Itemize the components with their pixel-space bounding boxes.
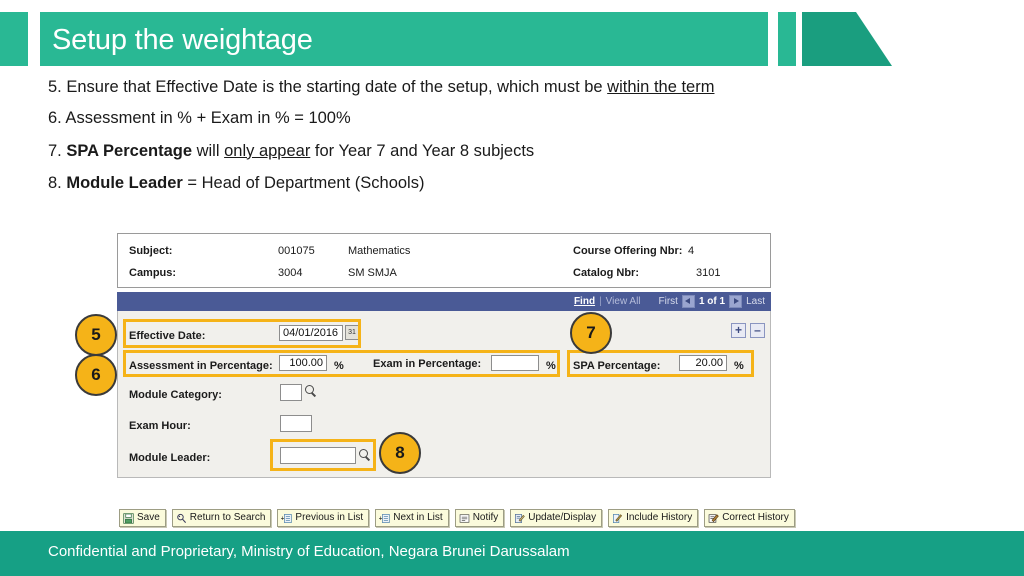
notify-icon [459, 513, 470, 524]
previous-in-list-button[interactable]: + Previous in List [277, 509, 370, 527]
page-action-toolbar: Save Return to Search + Previous in List + Ne… [119, 509, 795, 527]
course-offering-nbr-label: Course Offering Nbr: [573, 245, 683, 257]
first-link[interactable]: First [659, 296, 678, 307]
toolbar-button-label: Correct History [722, 512, 789, 523]
toolbar-button-label: Update/Display [528, 512, 597, 523]
text-run: 7. [48, 141, 67, 160]
callout-marker-7: 7 [570, 312, 612, 354]
list-item: 5. Ensure that Effective Date is the sta… [48, 76, 898, 98]
banner-wedge-shape [802, 12, 892, 66]
toolbar-button-label: Next in List [393, 512, 443, 523]
text-run: = Head of Department (Schools) [182, 173, 425, 192]
catalog-nbr-label: Catalog Nbr: [573, 267, 639, 279]
campus-label: Campus: [129, 267, 177, 279]
subject-code-value: 001075 [278, 245, 315, 257]
notify-button[interactable]: Notify [454, 509, 505, 527]
callout-marker-5: 5 [75, 314, 117, 356]
add-row-button[interactable]: + [731, 323, 746, 338]
row-navigation-bar: Find | View All First 1 of 1 Last [117, 292, 771, 311]
nav-separator: | [599, 296, 602, 307]
course-offering-nbr-value: 4 [688, 245, 695, 257]
exam-hour-label: Exam Hour: [129, 420, 191, 432]
banner-accent-stub-two [778, 12, 796, 66]
module-category-lookup-icon[interactable] [305, 385, 318, 398]
campus-name-value: SM SMJA [348, 267, 397, 279]
exam-percent-sign: % [546, 360, 556, 372]
text-run: 5. Ensure that Effective Date is the sta… [48, 78, 608, 96]
callout-marker-6: 6 [75, 354, 117, 396]
previous-row-arrow-icon[interactable] [681, 295, 695, 308]
text-run: SPA Percentage [66, 141, 192, 160]
toolbar-button-label: Previous in List [295, 512, 364, 523]
catalog-nbr-value: 3101 [696, 267, 721, 279]
list-item: 7. SPA Percentage will only appear for Y… [48, 140, 898, 162]
find-link[interactable]: Find [574, 296, 595, 307]
text-run: 6. Assessment in % + Exam in % = 100% [48, 109, 351, 128]
last-link[interactable]: Last [746, 296, 765, 307]
module-category-input[interactable] [280, 384, 302, 401]
correct-history-button[interactable]: Correct History [704, 509, 795, 527]
module-leader-label: Module Leader: [129, 452, 211, 464]
toolbar-button-label: Return to Search [189, 512, 266, 523]
toolbar-button-label: Include History [626, 512, 693, 523]
text-run: Module Leader [66, 173, 183, 192]
correct-history-icon [708, 513, 719, 524]
delete-row-button[interactable]: – [750, 323, 765, 338]
include-history-button[interactable]: Include History [608, 509, 699, 527]
text-run: only appear [224, 141, 311, 160]
next-in-list-button[interactable]: + Next in List [375, 509, 449, 527]
update-display-button[interactable]: Update/Display [510, 509, 603, 527]
assessment-percentage-input[interactable]: 100.00 [279, 355, 327, 371]
page-title: Setup the weightage [52, 24, 313, 56]
update-display-icon [514, 513, 526, 524]
effective-date-label: Effective Date: [129, 330, 206, 342]
text-run: 8. [48, 173, 67, 192]
module-leader-input[interactable] [280, 447, 356, 464]
row-navigation-controls: Find | View All First 1 of 1 Last [574, 295, 765, 308]
exam-percentage-label: Exam in Percentage: [373, 358, 482, 370]
slide-footer: Confidential and Proprietary, Ministry o… [0, 531, 1024, 576]
banner-accent-stub-left [0, 12, 28, 66]
course-info-box: Subject: 001075 Mathematics Course Offer… [117, 233, 771, 288]
next-icon: + [379, 513, 390, 524]
assessment-percent-sign: % [334, 360, 344, 372]
subject-label: Subject: [129, 245, 173, 257]
slide-title-banner: Setup the weightage [0, 12, 900, 66]
assessment-percentage-label: Assessment in Percentage: [129, 360, 273, 372]
previous-icon: + [281, 513, 293, 524]
module-category-label: Module Category: [129, 389, 222, 401]
list-item: 6. Assessment in % + Exam in % = 100% [48, 107, 898, 129]
include-history-icon [612, 513, 623, 524]
row-count-label: 1 of 1 [698, 296, 726, 307]
text-run: for Year 7 and Year 8 subjects [310, 141, 535, 160]
footer-text: Confidential and Proprietary, Ministry o… [48, 543, 570, 560]
spa-percentage-label: SPA Percentage: [573, 360, 661, 372]
campus-code-value: 3004 [278, 267, 303, 279]
search-icon [176, 513, 187, 524]
callout-marker-8: 8 [379, 432, 421, 474]
toolbar-button-label: Save [137, 512, 160, 523]
text-run: within the term [607, 78, 715, 96]
list-item: 8. Module Leader = Head of Department (S… [48, 172, 898, 194]
view-all-link[interactable]: View All [606, 296, 641, 307]
instruction-list: 5. Ensure that Effective Date is the sta… [48, 76, 898, 204]
module-leader-lookup-icon[interactable] [359, 449, 372, 462]
return-to-search-button[interactable]: Return to Search [171, 509, 272, 527]
exam-hour-input[interactable] [280, 415, 312, 432]
save-button[interactable]: Save [119, 509, 166, 527]
text-run: will [192, 141, 225, 160]
save-icon [123, 512, 134, 524]
effective-date-input[interactable]: 04/01/2016 [279, 325, 343, 341]
calendar-icon[interactable]: 31 [345, 325, 359, 340]
subject-name-value: Mathematics [348, 245, 411, 257]
exam-percentage-input[interactable] [491, 355, 539, 371]
toolbar-button-label: Notify [472, 512, 499, 523]
weightage-form: Effective Date: 04/01/2016 31 + – Assess… [117, 311, 771, 478]
spa-percent-sign: % [734, 360, 744, 372]
next-row-arrow-icon[interactable] [729, 295, 743, 308]
peoplesoft-screenshot: Subject: 001075 Mathematics Course Offer… [117, 233, 771, 478]
spa-percentage-input[interactable]: 20.00 [679, 355, 727, 371]
